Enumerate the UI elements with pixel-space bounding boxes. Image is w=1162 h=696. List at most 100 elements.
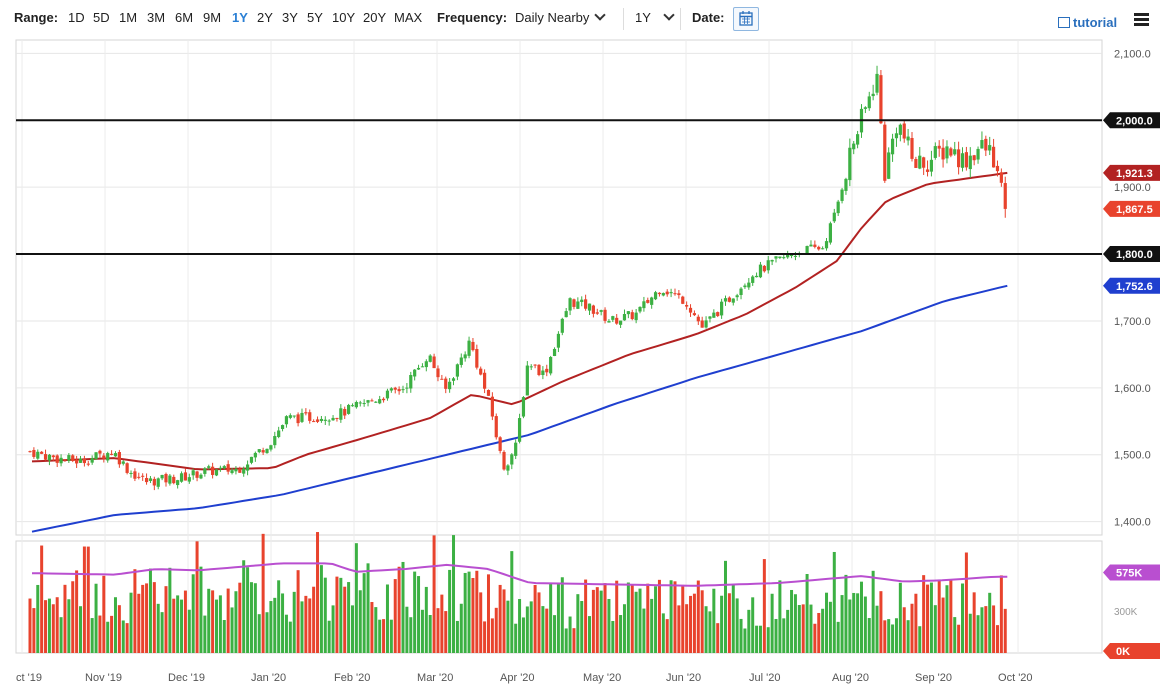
- range-max-button[interactable]: MAX: [394, 10, 422, 25]
- volume-bar: [961, 583, 965, 653]
- candle-body: [90, 458, 94, 463]
- range-10y-button[interactable]: 10Y: [332, 10, 355, 25]
- range-9m-button[interactable]: 9M: [203, 10, 221, 25]
- calendar-button[interactable]: [733, 7, 759, 31]
- candle-body: [327, 420, 331, 422]
- range-3y-button[interactable]: 3Y: [282, 10, 298, 25]
- volume-bar: [821, 608, 825, 653]
- date-label: Date:: [692, 10, 725, 25]
- candle-body: [774, 256, 778, 259]
- candle-body: [494, 416, 498, 438]
- volume-bar: [852, 592, 856, 653]
- candle-body: [451, 378, 456, 381]
- candle-body: [444, 378, 448, 389]
- frequency-select[interactable]: Daily Nearby: [515, 9, 607, 25]
- candle-body: [747, 282, 751, 288]
- candle-body: [587, 303, 592, 311]
- volume-bar: [840, 595, 844, 653]
- toolbar-divider: [623, 8, 624, 30]
- volume-bar: [755, 625, 759, 653]
- candle-body: [910, 137, 914, 159]
- range-1m-button[interactable]: 1M: [119, 10, 137, 25]
- candle-body: [401, 389, 405, 391]
- volume-bar: [494, 607, 498, 653]
- volume-bar: [129, 592, 133, 653]
- volume-bar: [603, 583, 607, 653]
- candle-body: [385, 390, 390, 399]
- candle-body: [172, 476, 176, 484]
- volume-bar: [148, 568, 152, 653]
- volume-bar: [145, 583, 149, 653]
- x-tick-label: Aug '20: [832, 672, 869, 684]
- volume-bar: [584, 579, 588, 653]
- candle-body: [482, 372, 487, 389]
- range-1d-button[interactable]: 1D: [68, 10, 85, 25]
- candle-body: [793, 255, 798, 257]
- candle-body: [968, 155, 972, 170]
- candlesticks: [28, 65, 1007, 491]
- volume-bar: [832, 551, 836, 653]
- candle-body: [78, 458, 83, 463]
- volume-bar: [611, 621, 615, 653]
- volume-bar: [933, 605, 937, 653]
- volume-bar: [871, 570, 875, 653]
- candle-body: [312, 421, 316, 423]
- candle-body: [319, 418, 324, 421]
- candle-body: [203, 468, 207, 474]
- candle-body: [611, 316, 615, 320]
- candle-body: [137, 476, 141, 478]
- range-6m-button[interactable]: 6M: [175, 10, 193, 25]
- range-2y-button[interactable]: 2Y: [257, 10, 273, 25]
- candle-body: [230, 470, 234, 474]
- volume-bar: [654, 586, 658, 653]
- candle-body: [525, 365, 529, 396]
- candle-body: [875, 73, 879, 93]
- candle-body: [502, 451, 506, 470]
- candle-body: [634, 312, 638, 321]
- volume-bar: [141, 584, 145, 653]
- period-select[interactable]: 1Y: [635, 9, 675, 25]
- candle-body: [766, 260, 770, 271]
- price-badge-label: 1,867.5: [1116, 204, 1153, 216]
- candle-body: [129, 472, 133, 474]
- range-5y-button[interactable]: 5Y: [307, 10, 323, 25]
- candle-body: [828, 223, 833, 243]
- volume-bar: [898, 582, 902, 653]
- tutorial-link[interactable]: tutorial: [1058, 15, 1117, 30]
- volume-bar: [945, 585, 949, 653]
- price-chart[interactable]: 1,400.0 1,500.0 1,600.0 1,700.0 1,800.0 1,900…: [0, 38, 1162, 696]
- volume-bar: [436, 608, 440, 653]
- range-20y-button[interactable]: 20Y: [363, 10, 386, 25]
- candle-body: [86, 463, 90, 465]
- range-1y-button[interactable]: 1Y: [232, 10, 248, 25]
- volume-bar: [172, 598, 176, 653]
- volume-bar: [106, 621, 110, 653]
- candle-body: [261, 450, 265, 453]
- volume-bar: [809, 604, 813, 653]
- candle-body: [323, 419, 327, 421]
- candle-body: [688, 307, 693, 313]
- volume-bar: [692, 593, 696, 653]
- candle-body: [514, 442, 518, 456]
- candle-body: [234, 468, 238, 472]
- range-3m-button[interactable]: 3M: [147, 10, 165, 25]
- candle-body: [848, 147, 852, 181]
- range-5d-button[interactable]: 5D: [93, 10, 110, 25]
- volume-bar: [75, 570, 79, 653]
- volume-zero-badge-shape: [1103, 643, 1160, 659]
- volume-bar: [176, 595, 180, 653]
- candle-body: [918, 155, 922, 169]
- volume-bar: [995, 625, 999, 653]
- volume-bar: [902, 607, 906, 653]
- volume-bar: [284, 614, 288, 653]
- candle-body: [28, 451, 32, 453]
- candle-body: [109, 453, 114, 455]
- x-tick-label: May '20: [583, 672, 621, 684]
- hamburger-menu-icon[interactable]: [1134, 13, 1149, 26]
- candle-body: [576, 301, 580, 309]
- volume-bar: [634, 591, 638, 653]
- candle-body: [463, 354, 467, 359]
- candle-body: [595, 312, 599, 314]
- volume-bar: [195, 541, 199, 653]
- candle-body: [650, 297, 654, 305]
